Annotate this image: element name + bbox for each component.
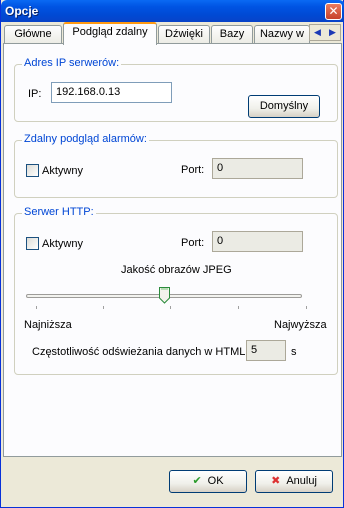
slider-tick	[103, 306, 104, 309]
tab-nazwy[interactable]: Nazwy w	[254, 25, 310, 44]
close-icon: ✕	[328, 4, 339, 18]
http-active-label: Aktywny	[42, 238, 83, 250]
tab-strip: Główne Podgląd zdalny Dźwięki Bazy Nazwy…	[1, 22, 344, 45]
server-ip-group: Adres IP serwerów: IP: 192.168.0.13 Domy…	[14, 57, 338, 122]
alarm-preview-group-title: Zdalny podgląd alarmów:	[22, 133, 149, 145]
http-port-label: Port:	[181, 237, 205, 249]
alarm-active-checkbox[interactable]	[26, 164, 39, 177]
scroll-right-icon[interactable]: ▶	[325, 25, 340, 40]
tab-glowne[interactable]: Główne	[4, 25, 62, 44]
alarm-active-label: Aktywny	[42, 165, 83, 177]
http-active-checkbox[interactable]	[26, 237, 39, 250]
slider-tick	[238, 306, 239, 309]
window-title: Opcje	[5, 4, 39, 18]
tab-scroll-buttons: ◀ ▶	[309, 24, 341, 41]
server-ip-group-title: Adres IP serwerów:	[22, 57, 122, 69]
tab-panel: Adres IP serwerów: IP: 192.168.0.13 Domy…	[3, 43, 342, 457]
default-button[interactable]: Domyślny	[248, 95, 320, 118]
refresh-rate-field[interactable]: 5	[246, 340, 286, 361]
jpeg-min-label: Najniższa	[24, 319, 72, 331]
close-button[interactable]: ✕	[325, 3, 342, 20]
cancel-label: Anuluj	[286, 475, 317, 487]
refresh-unit-label: s	[291, 346, 297, 358]
tab-podglad-zdalny[interactable]: Podgląd zdalny	[63, 22, 157, 45]
alarm-preview-group: Zdalny podgląd alarmów: Aktywny Port: 0	[14, 133, 338, 198]
ok-button[interactable]: ✔ OK	[169, 470, 247, 493]
ok-label: OK	[207, 475, 224, 487]
slider-tick	[306, 306, 307, 309]
jpeg-max-label: Najwyższa	[274, 319, 327, 331]
title-bar[interactable]: Opcje ✕	[1, 0, 344, 22]
ip-label: IP:	[28, 88, 42, 100]
scroll-left-icon[interactable]: ◀	[310, 25, 325, 40]
slider-thumb[interactable]	[158, 287, 170, 304]
alarm-port-field[interactable]: 0	[212, 158, 303, 179]
dialog-footer: ✔ OK ✖ Anuluj	[1, 458, 343, 508]
slider-tick	[36, 306, 37, 309]
http-server-group-title: Serwer HTTP:	[22, 206, 96, 218]
check-icon: ✔	[192, 475, 202, 487]
options-dialog: Opcje ✕ Główne Podgląd zdalny Dźwięki Ba…	[0, 0, 344, 508]
alarm-port-label: Port:	[181, 164, 205, 176]
cancel-icon: ✖	[271, 475, 281, 487]
refresh-rate-label: Częstotliwość odświeżania danych w HTML:	[32, 346, 249, 358]
tab-bazy[interactable]: Bazy	[211, 25, 253, 44]
slider-tick	[170, 306, 171, 309]
ip-field[interactable]: 192.168.0.13	[51, 82, 172, 103]
http-port-field[interactable]: 0	[212, 231, 303, 252]
cancel-button[interactable]: ✖ Anuluj	[255, 470, 333, 493]
tab-dzwieki[interactable]: Dźwięki	[158, 25, 210, 44]
jpeg-quality-label: Jakość obrazów JPEG	[121, 264, 232, 276]
